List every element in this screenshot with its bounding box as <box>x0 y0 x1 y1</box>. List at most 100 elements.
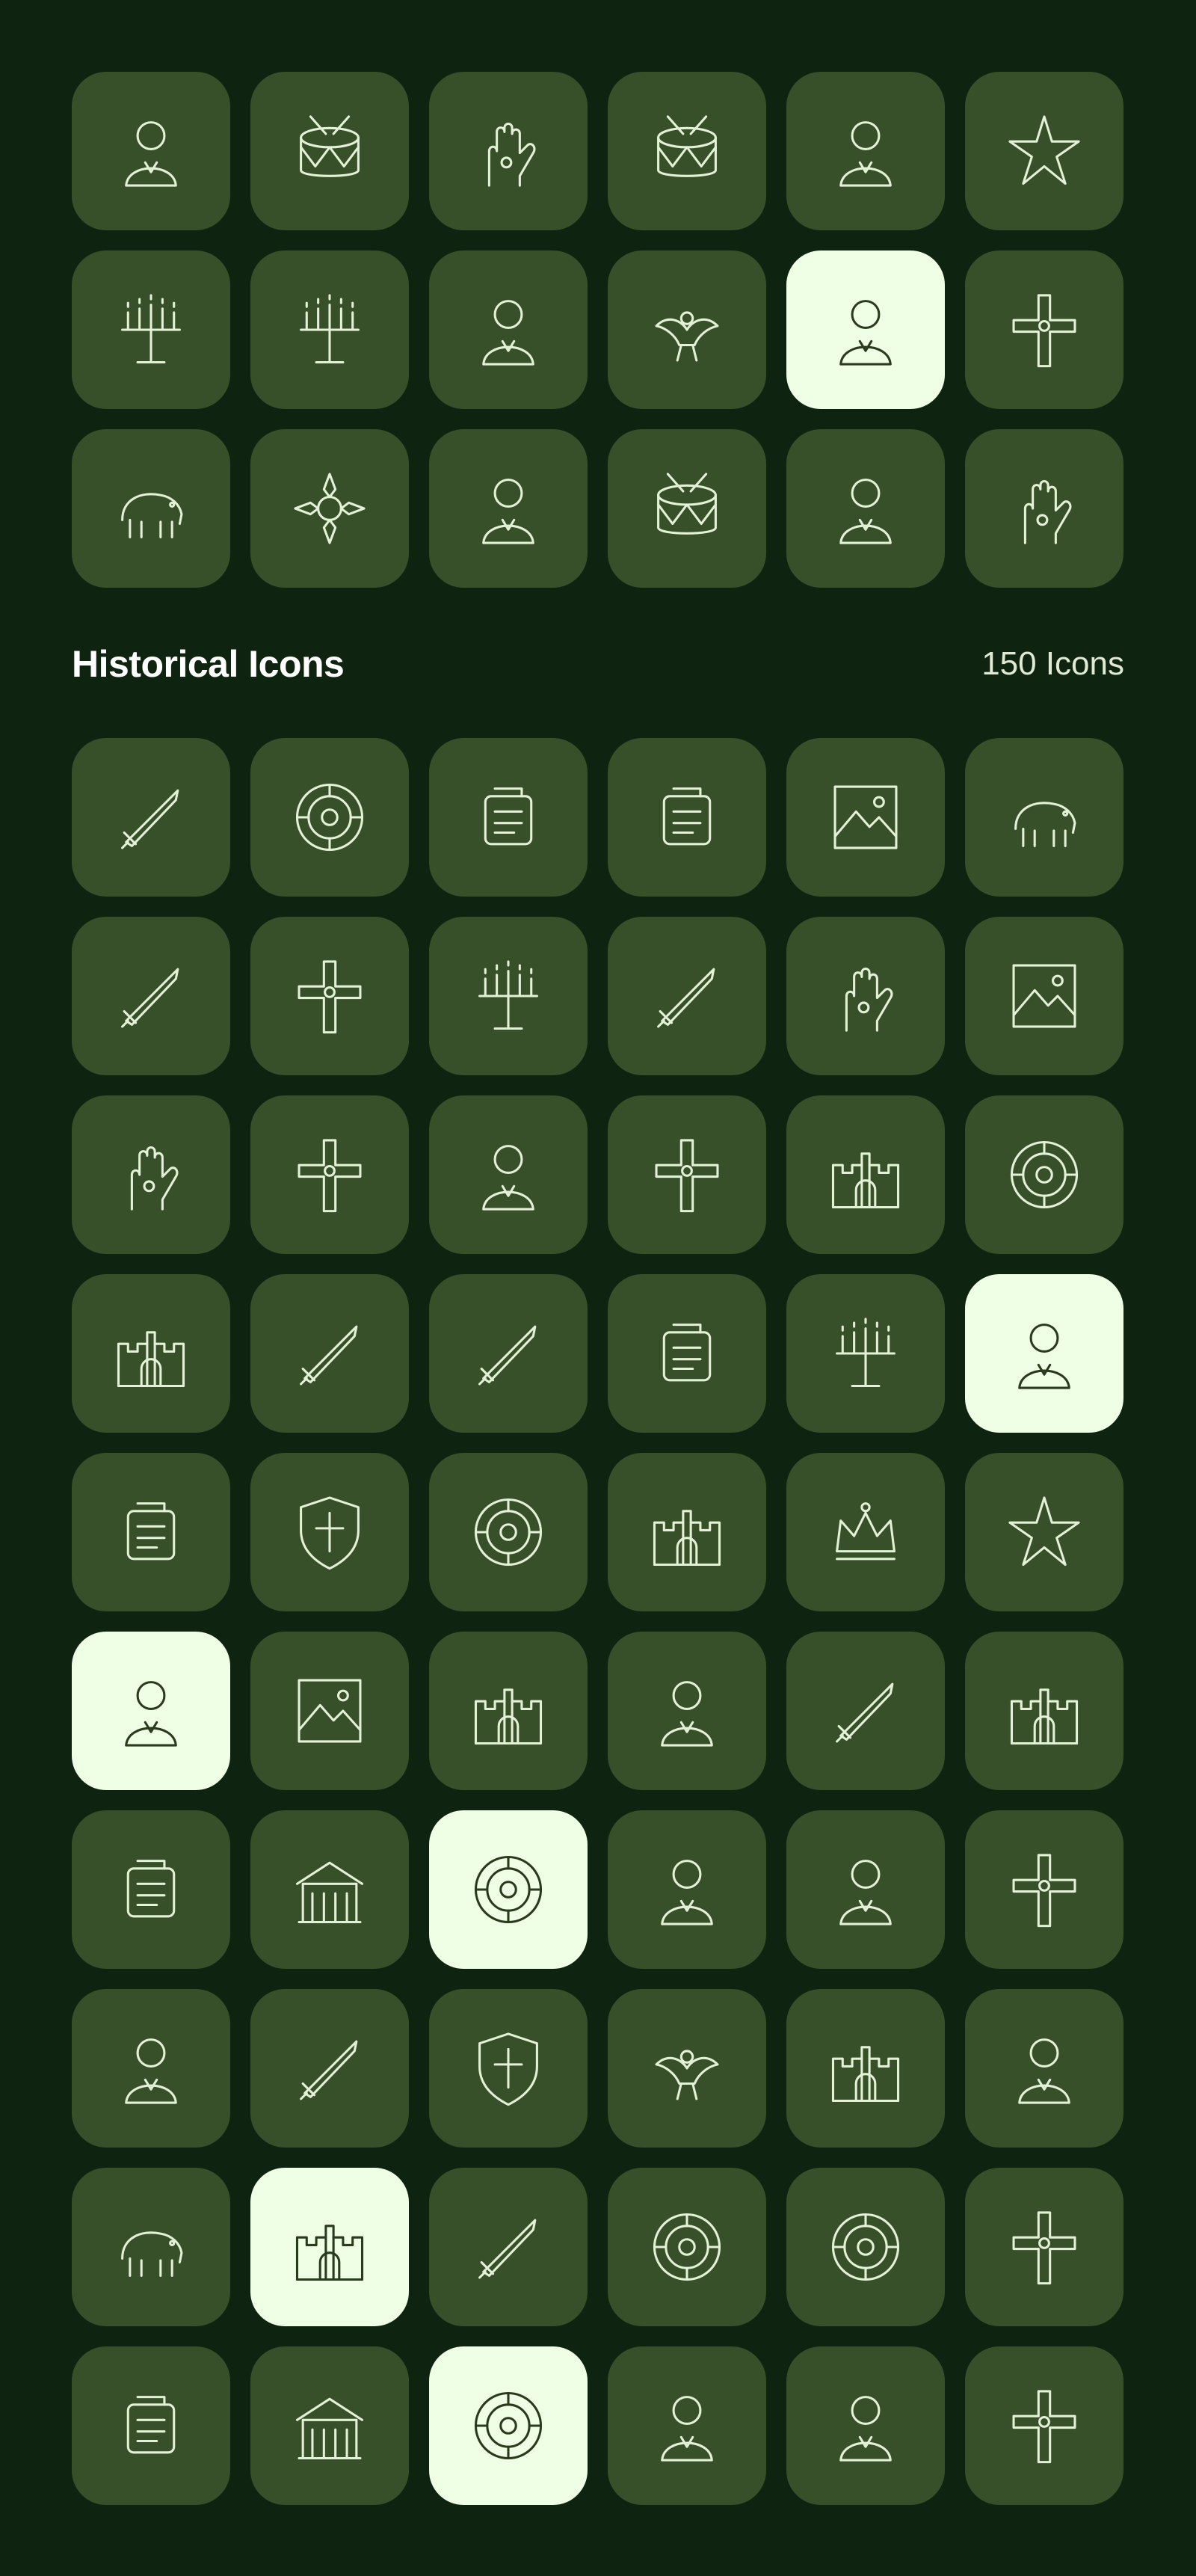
historical-icon-tile[interactable] <box>786 917 945 1075</box>
historical-icon-tile[interactable] <box>786 1632 945 1790</box>
historical-icon-tile[interactable] <box>608 1095 766 1254</box>
historical-icon-tile[interactable] <box>786 1274 945 1433</box>
viking-shield-icon <box>478 2032 538 2106</box>
historical-icon-tile[interactable] <box>965 2346 1123 2505</box>
historical-icon-tile[interactable] <box>429 1274 588 1433</box>
pegasus-icon <box>121 2231 183 2277</box>
castle-icon <box>653 1510 721 1567</box>
top-icon-tile[interactable] <box>429 72 588 230</box>
historical-icon-tile[interactable] <box>429 738 588 897</box>
top-icon-tile[interactable] <box>608 250 766 409</box>
hamsa-hand-icon <box>130 1146 179 1211</box>
historical-icon-tile[interactable] <box>965 917 1123 1075</box>
palace-icon <box>831 1152 900 1209</box>
historical-icon-tile[interactable] <box>72 1632 230 1790</box>
historical-icon-tile[interactable] <box>786 1989 945 2148</box>
top-icon-tile[interactable] <box>250 250 409 409</box>
christ-the-redeemer-icon <box>482 300 534 366</box>
historical-icon-tile[interactable] <box>72 1810 230 1969</box>
historical-icon-tile[interactable] <box>250 2346 409 2505</box>
top-icon-grid <box>72 72 1123 588</box>
top-icon-tile[interactable] <box>608 429 766 588</box>
lantern-icon <box>836 1318 896 1388</box>
top-icon-tile[interactable] <box>965 72 1123 230</box>
historical-icon-tile[interactable] <box>608 1989 766 2148</box>
historical-icon-tile[interactable] <box>965 1810 1123 1969</box>
ornate-cross-icon <box>298 1139 362 1213</box>
top-icon-tile[interactable] <box>786 429 945 588</box>
top-icon-tile[interactable] <box>72 72 230 230</box>
scarab-beetle-icon <box>655 2050 719 2100</box>
historical-icon-tile[interactable] <box>250 1632 409 1790</box>
historical-icon-tile[interactable] <box>965 1095 1123 1254</box>
historical-icon-tile[interactable] <box>608 917 766 1075</box>
historical-icon-tile[interactable] <box>786 2168 945 2326</box>
historical-icon-tile[interactable] <box>250 1810 409 1969</box>
tapestry-banner-icon <box>833 785 898 849</box>
historical-icon-tile[interactable] <box>72 2168 230 2326</box>
historical-icon-tile[interactable] <box>429 917 588 1075</box>
historical-icon-tile[interactable] <box>608 2346 766 2505</box>
tower-bridge-icon <box>474 1688 543 1745</box>
top-icon-tile[interactable] <box>72 250 230 409</box>
historical-icon-tile[interactable] <box>72 1274 230 1433</box>
historical-icon-tile[interactable] <box>608 1453 766 1611</box>
historical-icon-tile[interactable] <box>72 1989 230 2148</box>
historical-icon-grid <box>72 738 1123 2505</box>
historical-icon-tile[interactable] <box>608 738 766 897</box>
historical-icon-tile[interactable] <box>608 2168 766 2326</box>
historical-icon-tile[interactable] <box>250 1989 409 2148</box>
historical-icon-tile[interactable] <box>608 1810 766 1969</box>
historical-icon-tile[interactable] <box>72 1095 230 1254</box>
historical-icon-tile[interactable] <box>965 1989 1123 2148</box>
historical-icon-tile[interactable] <box>72 2346 230 2505</box>
top-icon-tile[interactable] <box>608 72 766 230</box>
historical-icon-tile[interactable] <box>250 1453 409 1611</box>
historical-icon-tile[interactable] <box>250 1274 409 1433</box>
historical-icon-tile[interactable] <box>429 1810 588 1969</box>
woman-headscarf-portrait-icon <box>839 479 892 544</box>
top-icon-tile[interactable] <box>429 429 588 588</box>
top-icon-tile[interactable] <box>965 429 1123 588</box>
historical-icon-tile[interactable] <box>786 2346 945 2505</box>
spartan-helmet-icon <box>484 787 533 846</box>
embroidered-shirt-icon <box>662 787 712 846</box>
top-icon-tile[interactable] <box>786 250 945 409</box>
bow-and-arrow-icon <box>300 2040 358 2100</box>
top-icon-tile[interactable] <box>429 250 588 409</box>
historical-icon-tile[interactable] <box>429 1632 588 1790</box>
historical-icon-tile[interactable] <box>608 1274 766 1433</box>
historical-icon-tile[interactable] <box>965 2168 1123 2326</box>
historical-icon-tile[interactable] <box>429 1095 588 1254</box>
historical-icon-tile[interactable] <box>786 738 945 897</box>
historical-icon-tile[interactable] <box>965 738 1123 897</box>
historical-icon-tile[interactable] <box>429 2168 588 2326</box>
top-icon-tile[interactable] <box>250 72 409 230</box>
historical-icon-tile[interactable] <box>250 1095 409 1254</box>
teapot-pouring-icon <box>657 473 717 535</box>
historical-icon-tile[interactable] <box>429 2346 588 2505</box>
historical-icon-tile[interactable] <box>250 738 409 897</box>
historical-icon-tile[interactable] <box>72 917 230 1075</box>
asian-woman-headdress-icon <box>839 121 892 187</box>
historical-icon-tile[interactable] <box>965 1274 1123 1433</box>
lotus-lantern-icon <box>1008 115 1080 185</box>
top-icon-tile[interactable] <box>72 429 230 588</box>
historical-icon-tile[interactable] <box>786 1095 945 1254</box>
historical-icon-tile[interactable] <box>250 917 409 1075</box>
historical-icon-tile[interactable] <box>608 1632 766 1790</box>
top-icon-tile[interactable] <box>250 429 409 588</box>
historical-icon-tile[interactable] <box>72 738 230 897</box>
historical-icon-tile[interactable] <box>429 1453 588 1611</box>
historical-icon-tile[interactable] <box>250 2168 409 2326</box>
historical-icon-tile[interactable] <box>429 1989 588 2148</box>
mammoth-icon <box>1014 802 1076 847</box>
top-icon-tile[interactable] <box>786 72 945 230</box>
historical-icon-tile[interactable] <box>786 1810 945 1969</box>
historical-icon-tile[interactable] <box>965 1632 1123 1790</box>
historical-icon-tile[interactable] <box>72 1453 230 1611</box>
historical-icon-tile[interactable] <box>786 1453 945 1611</box>
top-icon-tile[interactable] <box>965 250 1123 409</box>
hand-fan-icon <box>1023 480 1072 544</box>
historical-icon-tile[interactable] <box>965 1453 1123 1611</box>
